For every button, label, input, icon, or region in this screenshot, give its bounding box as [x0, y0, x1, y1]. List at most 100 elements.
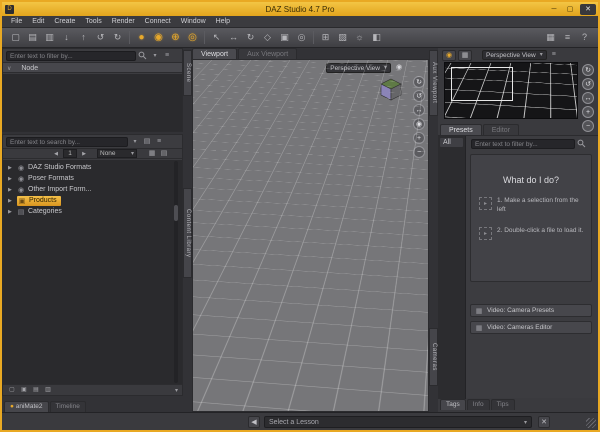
video-cameras-editor-button[interactable]: ▦ Video: Cameras Editor	[470, 321, 592, 334]
menu-connect[interactable]: Connect	[140, 16, 176, 27]
menu-tools[interactable]: Tools	[80, 16, 106, 27]
refresh-icon[interactable]: ▣	[19, 385, 29, 395]
tab-tips[interactable]: Tips	[491, 399, 515, 410]
prev-page-icon[interactable]: ◀	[51, 149, 61, 159]
window-menu-icon[interactable]: ▦	[543, 30, 558, 45]
bank-control-icon[interactable]: ↺	[413, 90, 425, 102]
import-icon[interactable]: ↓	[59, 30, 74, 45]
undo-icon[interactable]: ↺	[93, 30, 108, 45]
lesson-dropdown[interactable]: Select a Lesson ▾	[264, 416, 532, 428]
zoom-in-control-icon[interactable]: +	[413, 132, 425, 144]
zoom-out-control-icon[interactable]: −	[413, 146, 425, 158]
pan-control-icon[interactable]: ↔	[582, 92, 594, 104]
view-cube[interactable]	[378, 76, 404, 102]
save-scene-icon[interactable]: ▥	[42, 30, 57, 45]
close-lesson-button[interactable]: ✕	[538, 416, 550, 428]
presets-filter-input[interactable]	[471, 139, 575, 149]
pane-menu-icon[interactable]: ≡	[154, 137, 164, 147]
orbit-control-icon[interactable]: ↻	[582, 64, 594, 76]
scale-tool-icon[interactable]: ◇	[260, 30, 275, 45]
export-icon[interactable]: ↑	[76, 30, 91, 45]
list-view-icon[interactable]: ▦	[147, 149, 157, 159]
aim-view-icon[interactable]: ◎	[294, 30, 309, 45]
twirl-icon[interactable]: ▶	[8, 165, 14, 171]
prev-lesson-button[interactable]: ◀	[248, 416, 260, 428]
twirl-icon[interactable]: ▶	[8, 198, 14, 204]
resize-grip[interactable]	[586, 418, 596, 428]
tab-tags[interactable]: Tags	[440, 399, 466, 410]
list-item[interactable]: ▶ ◉ Other Import Form...	[3, 184, 182, 195]
scene-tree[interactable]	[3, 74, 182, 131]
viewport-canvas[interactable]: Perspective View ▾ ◉ ↻ ↺ ↔ ◉ + −	[192, 59, 429, 412]
node-translate-tool-icon[interactable]: ⊕	[168, 30, 183, 45]
aux-camera-selector[interactable]: Perspective View ▾	[482, 50, 547, 60]
tab-viewport[interactable]: Viewport	[192, 48, 237, 59]
bank-control-icon[interactable]: ↺	[582, 78, 594, 90]
draw-style-icon[interactable]: ◉	[394, 63, 404, 73]
menu-edit[interactable]: Edit	[27, 16, 49, 27]
orbit-control-icon[interactable]: ↻	[413, 76, 425, 88]
node-selection-tool-icon[interactable]: ●	[134, 30, 149, 45]
menu-help[interactable]: Help	[211, 16, 235, 27]
zoom-in-control-icon[interactable]: +	[582, 106, 594, 118]
side-tab-aux-viewport[interactable]: Aux Viewport	[429, 50, 438, 116]
twirl-icon[interactable]: ▶	[8, 209, 14, 215]
scene-column-header[interactable]: ∨ Node	[3, 62, 182, 73]
active-pose-tool-icon[interactable]: ↖	[209, 30, 224, 45]
tab-info[interactable]: Info	[467, 399, 490, 410]
side-tab-scene[interactable]: Scene	[183, 50, 192, 96]
chevron-down-icon[interactable]: ▾	[130, 137, 140, 147]
menu-create[interactable]: Create	[49, 16, 80, 27]
page-number[interactable]: 1	[63, 149, 77, 158]
maximize-button[interactable]: ▢	[564, 5, 576, 13]
aux-viewport-preview[interactable]	[444, 62, 578, 119]
chevron-down-icon[interactable]: ▾	[150, 51, 160, 61]
redo-icon[interactable]: ↻	[110, 30, 125, 45]
content-search-input[interactable]	[6, 137, 128, 147]
scene-filter-input[interactable]	[6, 51, 136, 61]
new-scene-icon[interactable]: ▢	[8, 30, 23, 45]
frame-view-icon[interactable]: ▣	[277, 30, 292, 45]
render-icon[interactable]: ▨	[335, 30, 350, 45]
side-tab-cameras[interactable]: Cameras	[429, 328, 438, 386]
menu-render[interactable]: Render	[107, 16, 140, 27]
ipr-toggle-icon[interactable]: ◉	[442, 50, 456, 61]
side-tab-content-library[interactable]: Content Library	[183, 188, 192, 278]
show-files-icon[interactable]: ▤	[31, 385, 41, 395]
video-camera-presets-button[interactable]: ▦ Video: Camera Presets	[470, 304, 592, 317]
add-folder-icon[interactable]: ▢	[7, 385, 17, 395]
help-icon[interactable]: ?	[577, 30, 592, 45]
pane-menu-icon[interactable]: ≡	[162, 51, 172, 61]
detail-view-icon[interactable]: ▤	[159, 149, 169, 159]
search-icon[interactable]	[577, 139, 587, 149]
menu-window[interactable]: Window	[176, 16, 211, 27]
node-scale-tool-icon[interactable]: ◎	[185, 30, 200, 45]
minimize-button[interactable]: ─	[548, 6, 560, 13]
render-settings-icon[interactable]: ☼	[352, 30, 367, 45]
open-scene-icon[interactable]: ▤	[25, 30, 40, 45]
scrollbar-thumb[interactable]	[174, 205, 178, 221]
rotate-tool-icon[interactable]: ↻	[243, 30, 258, 45]
folder-icon[interactable]: ▤	[142, 137, 152, 147]
list-item[interactable]: ▶ ◉ Poser Formats	[3, 173, 182, 184]
scrollbar[interactable]	[174, 161, 178, 383]
node-rotate-tool-icon[interactable]: ◉	[151, 30, 166, 45]
close-button[interactable]: ✕	[580, 4, 596, 15]
dolly-control-icon[interactable]: ◉	[413, 118, 425, 130]
list-item[interactable]: ▶ ◉ DAZ Studio Formats	[3, 162, 182, 173]
tab-timeline[interactable]: Timeline	[50, 401, 86, 412]
twirl-icon[interactable]: ▶	[8, 187, 14, 193]
layout-icon[interactable]: ◧	[369, 30, 384, 45]
list-item[interactable]: ▶ ▤ Categories	[3, 206, 182, 217]
category-all[interactable]: All	[440, 138, 463, 147]
pan-control-icon[interactable]: ↔	[413, 104, 425, 116]
expand-all-icon[interactable]: ∨	[7, 66, 11, 72]
next-page-icon[interactable]: ▶	[79, 149, 89, 159]
tab-aux-viewport[interactable]: Aux Viewport	[238, 48, 297, 59]
menu-file[interactable]: File	[6, 16, 27, 27]
ui-options-icon[interactable]: ≡	[560, 30, 575, 45]
search-icon[interactable]	[138, 51, 148, 61]
scene-navigator-icon[interactable]: ⊞	[318, 30, 333, 45]
sort-dropdown[interactable]: None ▾	[97, 149, 137, 158]
tab-presets[interactable]: Presets	[440, 124, 482, 135]
